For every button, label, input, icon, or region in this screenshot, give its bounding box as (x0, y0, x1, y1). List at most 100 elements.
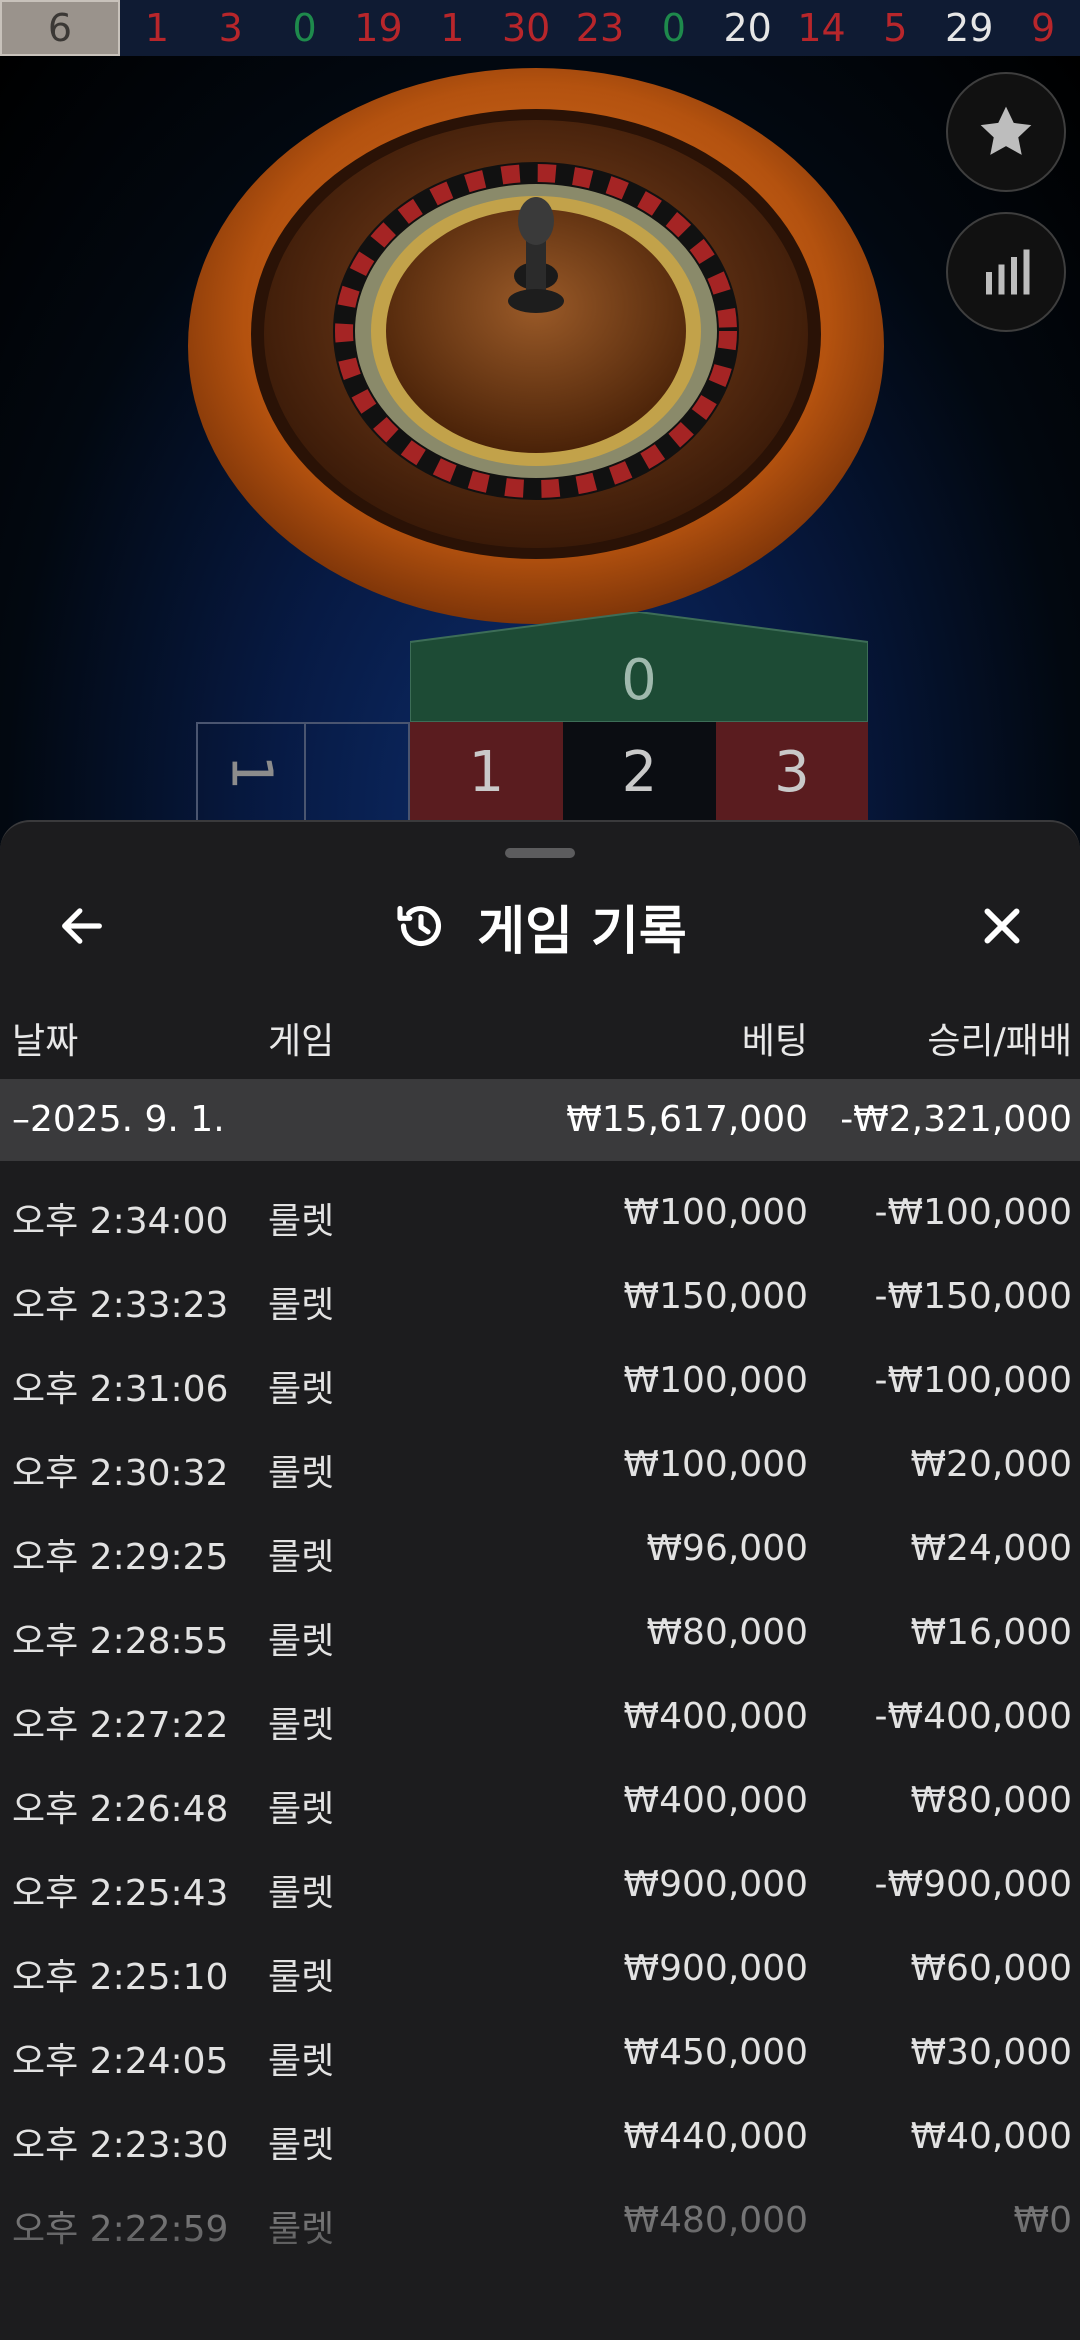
sheet-title: 게임 기록 (477, 901, 687, 962)
history-cell: 20 (723, 6, 772, 50)
row-result: -₩100,000 (874, 1192, 1072, 1233)
favorite-button[interactable] (946, 72, 1066, 192)
row-bet: ₩100,000 (623, 1192, 808, 1233)
bet-cell-blank[interactable] (304, 722, 410, 822)
row-result: ₩80,000 (910, 1780, 1072, 1821)
row-game: 룰렛 (268, 2041, 335, 2082)
history-cell-latest: 6 (0, 0, 120, 56)
history-row[interactable]: 오후 2:25:10 룰렛 ₩900,000 ₩60,000 (0, 1926, 1080, 2010)
row-result: ₩20,000 (910, 1444, 1072, 1485)
date-group-result-total: -₩2,321,000 (840, 1099, 1072, 1140)
bet-zero[interactable]: 0 (410, 612, 868, 722)
row-bet: ₩100,000 (623, 1360, 808, 1401)
row-time: 오후 2:26:48 (12, 1789, 229, 1830)
result-history-strip: 6 1 3 0 19 1 30 23 0 20 14 5 29 9 (0, 0, 1080, 56)
history-cell: 29 (945, 6, 994, 50)
row-bet: ₩80,000 (646, 1612, 808, 1653)
close-button[interactable] (966, 890, 1038, 962)
history-cell: 3 (218, 6, 243, 50)
row-game: 룰렛 (268, 1789, 335, 1830)
row-time: 오후 2:28:55 (12, 1621, 229, 1662)
row-time: 오후 2:33:23 (12, 1285, 229, 1326)
row-result: ₩60,000 (910, 1948, 1072, 1989)
statistics-button[interactable] (946, 212, 1066, 332)
list-fade-overlay (0, 2220, 1080, 2340)
row-game: 룰렛 (268, 1705, 335, 1746)
header-bet: 베팅 (741, 1021, 808, 1062)
history-cell: 0 (661, 6, 686, 50)
history-cell: 23 (575, 6, 625, 50)
history-cell: 5 (883, 6, 908, 50)
row-game: 룰렛 (268, 1201, 335, 1242)
history-row[interactable]: 오후 2:29:25 룰렛 ₩96,000 ₩24,000 (0, 1506, 1080, 1590)
row-time: 오후 2:25:10 (12, 1957, 229, 1998)
date-group-label: –2025. 9. 1. (12, 1099, 225, 1140)
history-cell: 1 (144, 6, 170, 50)
history-cell: 14 (797, 6, 846, 50)
history-row[interactable]: 오후 2:34:00 룰렛 ₩100,000 -₩100,000 (0, 1170, 1080, 1254)
history-row[interactable]: 오후 2:25:43 룰렛 ₩900,000 -₩900,000 (0, 1842, 1080, 1926)
row-time: 오후 2:31:06 (12, 1369, 229, 1410)
date-group-row[interactable]: –2025. 9. 1. ₩15,617,000 -₩2,321,000 (0, 1079, 1080, 1161)
history-row[interactable]: 오후 2:24:05 룰렛 ₩450,000 ₩30,000 (0, 2010, 1080, 2094)
history-cell: 9 (1030, 6, 1056, 50)
header-result: 승리/패배 (927, 1021, 1072, 1062)
game-history-sheet: 게임 기록 날짜 게임 베팅 승리/패배 –2025. 9. 1. ₩15,61… (0, 820, 1080, 2340)
bet-cell-partial-label: 1 (218, 754, 284, 790)
history-row[interactable]: 오후 2:33:23 룰렛 ₩150,000 -₩150,000 (0, 1254, 1080, 1338)
close-icon (984, 908, 1020, 944)
row-bet: ₩900,000 (623, 1948, 808, 1989)
row-time: 오후 2:25:43 (12, 1873, 229, 1914)
history-row[interactable]: 오후 2:30:32 룰렛 ₩100,000 ₩20,000 (0, 1422, 1080, 1506)
history-row[interactable]: 오후 2:23:30 룰렛 ₩440,000 ₩40,000 (0, 2094, 1080, 2178)
row-game: 룰렛 (268, 1453, 335, 1494)
row-time: 오후 2:24:05 (12, 2041, 229, 2082)
header-date: 날짜 (12, 1021, 79, 1062)
row-game: 룰렛 (268, 1621, 335, 1662)
history-row[interactable]: 오후 2:31:06 룰렛 ₩100,000 -₩100,000 (0, 1338, 1080, 1422)
history-row[interactable]: 오후 2:28:55 룰렛 ₩80,000 ₩16,000 (0, 1590, 1080, 1674)
bet-cell-partial[interactable]: 1 (196, 722, 304, 822)
history-list: 오후 2:34:00 룰렛 ₩100,000 -₩100,000 오후 2:33… (0, 1170, 1080, 2262)
row-result: ₩24,000 (910, 1528, 1072, 1569)
row-bet: ₩96,000 (646, 1528, 808, 1569)
header-game: 게임 (268, 1021, 335, 1062)
row-result: ₩16,000 (910, 1612, 1072, 1653)
sheet-header: 게임 기록 (0, 884, 1080, 968)
row-time: 오후 2:34:00 (12, 1201, 229, 1242)
row-game: 룰렛 (268, 2125, 335, 2166)
row-game: 룰렛 (268, 1957, 335, 1998)
sheet-drag-handle[interactable] (505, 848, 575, 858)
row-result: -₩150,000 (874, 1276, 1072, 1317)
row-bet: ₩150,000 (623, 1276, 808, 1317)
row-game: 룰렛 (268, 1369, 335, 1410)
row-time: 오후 2:23:30 (12, 2125, 229, 2166)
history-row[interactable]: 오후 2:27:22 룰렛 ₩400,000 -₩400,000 (0, 1674, 1080, 1758)
history-icon (397, 905, 442, 947)
row-result: -₩900,000 (874, 1864, 1072, 1905)
row-result: -₩400,000 (874, 1696, 1072, 1737)
table-header: 날짜 게임 베팅 승리/패배 (0, 1012, 1080, 1066)
row-bet: ₩400,000 (623, 1696, 808, 1737)
row-result: ₩40,000 (910, 2116, 1072, 2157)
history-cell: 30 (501, 6, 551, 50)
date-group-bet-total: ₩15,617,000 (566, 1099, 808, 1140)
history-cell: 0 (292, 6, 317, 50)
star-icon (980, 106, 1032, 155)
row-game: 룰렛 (268, 1873, 335, 1914)
history-cell: 19 (354, 6, 403, 50)
row-time: 오후 2:29:25 (12, 1537, 229, 1578)
bet-cell-2[interactable]: 2 (563, 722, 716, 822)
bar-chart-icon (986, 249, 1030, 295)
row-result: -₩100,000 (874, 1360, 1072, 1401)
bet-cell-1[interactable]: 1 (410, 722, 563, 822)
history-cell: 1 (440, 6, 465, 50)
bet-zero-label: 0 (621, 648, 657, 713)
history-row[interactable]: 오후 2:26:48 룰렛 ₩400,000 ₩80,000 (0, 1758, 1080, 1842)
bet-cell-3[interactable]: 3 (716, 722, 868, 822)
row-bet: ₩100,000 (623, 1444, 808, 1485)
row-bet: ₩400,000 (623, 1780, 808, 1821)
roulette-wheel (186, 56, 886, 636)
row-game: 룰렛 (268, 1537, 335, 1578)
row-bet: ₩450,000 (623, 2032, 808, 2073)
